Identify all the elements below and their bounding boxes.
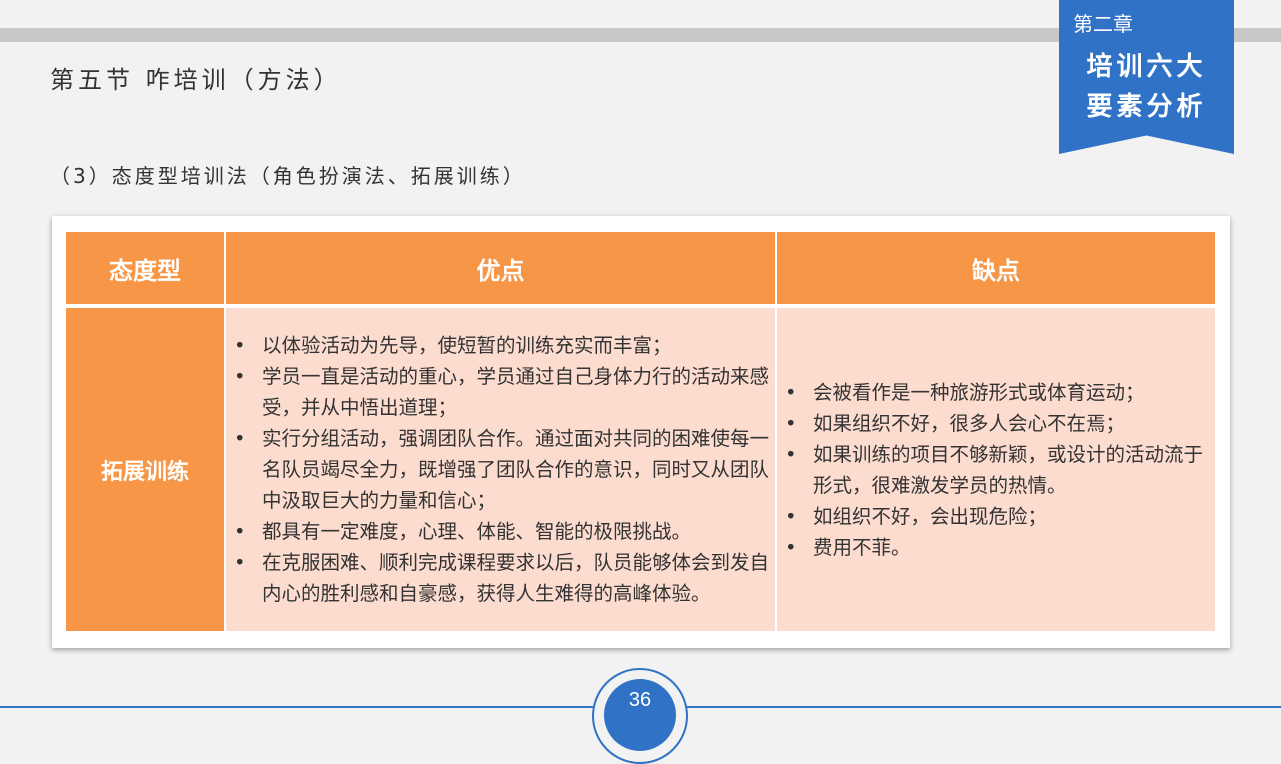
list-item: 如果组织不好，很多人会心不在焉； <box>785 408 1209 439</box>
list-item: 实行分组活动，强调团队合作。通过面对共同的困难使每一名队员竭尽全力，既增强了团队… <box>234 423 769 516</box>
list-item: 会被看作是一种旅游形式或体育运动； <box>785 377 1209 408</box>
header-advantages: 优点 <box>226 232 775 304</box>
chapter-banner: 第二章 培训六大 要素分析 <box>1059 0 1234 154</box>
page-number: 36 <box>604 679 676 751</box>
list-item: 以体验活动为先导，使短暂的训练充实而丰富； <box>234 330 769 361</box>
comparison-table: 态度型 优点 缺点 拓展训练 以体验活动为先导，使短暂的训练充实而丰富； 学员一… <box>52 216 1230 648</box>
header-disadvantages: 缺点 <box>777 232 1215 304</box>
list-item: 费用不菲。 <box>785 532 1209 563</box>
header-type: 态度型 <box>66 232 224 304</box>
disadvantages-list: 会被看作是一种旅游形式或体育运动； 如果组织不好，很多人会心不在焉； 如果训练的… <box>777 308 1215 631</box>
list-item: 在克服困难、顺利完成课程要求以后，队员能够体会到发自内心的胜利感和自豪感，获得人… <box>234 547 769 609</box>
sub-title: （3）态度型培训法（角色扮演法、拓展训练） <box>50 164 526 188</box>
chapter-number: 第二章 <box>1073 12 1133 36</box>
list-item: 学员一直是活动的重心，学员通过自己身体力行的活动来感受，并从中悟出道理； <box>234 361 769 423</box>
list-item: 都具有一定难度，心理、体能、智能的极限挑战。 <box>234 516 769 547</box>
row-label: 拓展训练 <box>66 308 224 631</box>
chapter-title-line1: 培训六大 <box>1086 52 1207 82</box>
chapter-title-line2: 要素分析 <box>1086 92 1207 122</box>
advantages-list: 以体验活动为先导，使短暂的训练充实而丰富； 学员一直是活动的重心，学员通过自己身… <box>226 308 775 631</box>
list-item: 如果训练的项目不够新颖，或设计的活动流于形式，很难激发学员的热情。 <box>785 439 1209 501</box>
list-item: 如组织不好，会出现危险； <box>785 501 1209 532</box>
section-title: 第五节 咋培训（方法） <box>50 66 342 94</box>
